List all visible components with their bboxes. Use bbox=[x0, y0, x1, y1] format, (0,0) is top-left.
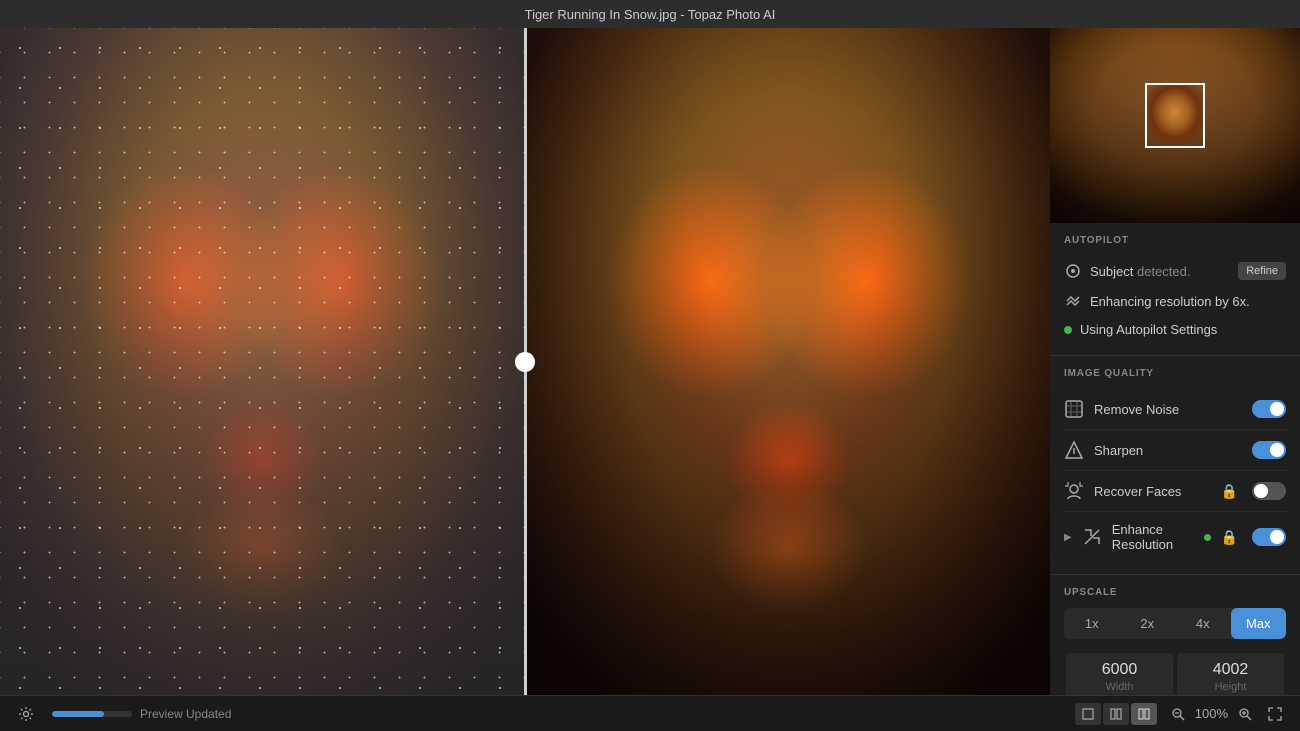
autopilot-settings-text: Using Autopilot Settings bbox=[1080, 322, 1286, 337]
view-single-button[interactable] bbox=[1075, 703, 1101, 725]
refine-button[interactable]: Refine bbox=[1238, 262, 1286, 280]
resolution-icon bbox=[1064, 292, 1082, 310]
zoom-expand-button[interactable] bbox=[1262, 702, 1288, 726]
recover-faces-row: Recover Faces 🔒 bbox=[1064, 471, 1286, 512]
upscale-2x-button[interactable]: 2x bbox=[1120, 608, 1176, 639]
split-divider[interactable] bbox=[524, 28, 527, 695]
upscale-buttons-group: 1x 2x 4x Max bbox=[1064, 608, 1286, 639]
enhance-resolution-row: ▶ Enhance Resolution 🔒 bbox=[1064, 512, 1286, 562]
width-value: 6000 bbox=[1074, 661, 1165, 679]
window-title: Tiger Running In Snow.jpg - Topaz Photo … bbox=[525, 7, 776, 22]
image-area bbox=[0, 28, 1050, 695]
view-sidebyside-button[interactable] bbox=[1131, 703, 1157, 725]
recover-faces-lock-icon: 🔒 bbox=[1221, 483, 1238, 500]
height-box: 4002 Height bbox=[1177, 653, 1284, 695]
subject-detected-row: Subject detected. Refine bbox=[1064, 256, 1286, 286]
bottom-toolbar: Preview Updated 100% bbox=[0, 695, 1300, 731]
progress-bar-fill bbox=[52, 711, 104, 717]
zoom-value: 100% bbox=[1195, 706, 1228, 721]
split-view bbox=[0, 28, 1050, 695]
progress-container: Preview Updated bbox=[52, 707, 231, 721]
upscale-max-button[interactable]: Max bbox=[1231, 608, 1287, 639]
height-label: Height bbox=[1185, 681, 1276, 693]
remove-noise-toggle[interactable] bbox=[1252, 400, 1286, 418]
upscale-label: UPSCALE bbox=[1064, 587, 1286, 598]
autopilot-settings-row: Using Autopilot Settings bbox=[1064, 316, 1286, 343]
resolution-row: Enhancing resolution by 6x. bbox=[1064, 286, 1286, 316]
before-image bbox=[0, 28, 524, 695]
green-status-dot bbox=[1064, 326, 1072, 334]
zoom-controls: 100% bbox=[1165, 702, 1288, 726]
upscale-1x-button[interactable]: 1x bbox=[1064, 608, 1120, 639]
remove-noise-icon bbox=[1064, 399, 1084, 419]
remove-noise-label: Remove Noise bbox=[1094, 402, 1242, 417]
upscale-4x-button[interactable]: 4x bbox=[1175, 608, 1231, 639]
enhance-resolution-label: Enhance Resolution bbox=[1112, 522, 1194, 552]
autopilot-label: AUTOPILOT bbox=[1064, 235, 1286, 246]
zoom-in-button[interactable] bbox=[1232, 702, 1258, 726]
before-tiger-image bbox=[0, 28, 524, 695]
settings-button[interactable] bbox=[12, 701, 40, 726]
subject-detected-text: Subject detected. bbox=[1090, 264, 1230, 279]
dimension-row: 6000 Width 4002 Height bbox=[1064, 651, 1286, 695]
enhance-resolution-toggle[interactable] bbox=[1252, 528, 1286, 546]
zoom-out-button[interactable] bbox=[1165, 702, 1191, 726]
right-panel: AUTOPILOT Subject detected. Refine bbox=[1050, 28, 1300, 695]
image-quality-label: IMAGE QUALITY bbox=[1064, 368, 1286, 379]
image-quality-section: IMAGE QUALITY Remove Noise bbox=[1050, 356, 1300, 575]
sharpen-icon bbox=[1064, 440, 1084, 460]
sharpen-row: Sharpen bbox=[1064, 430, 1286, 471]
remove-noise-row: Remove Noise bbox=[1064, 389, 1286, 430]
enhance-resolution-lock-icon: 🔒 bbox=[1221, 529, 1238, 546]
thumbnail-preview bbox=[1145, 83, 1205, 148]
main-content: AUTOPILOT Subject detected. Refine bbox=[0, 28, 1300, 695]
height-value: 4002 bbox=[1185, 661, 1276, 679]
enhance-resolution-expand[interactable]: ▶ bbox=[1064, 532, 1072, 543]
width-label: Width bbox=[1074, 681, 1165, 693]
view-mode-buttons bbox=[1075, 703, 1157, 725]
sharpen-label: Sharpen bbox=[1094, 443, 1242, 458]
recover-faces-label: Recover Faces bbox=[1094, 484, 1211, 499]
enhance-resolution-active-dot bbox=[1204, 534, 1211, 541]
after-image bbox=[527, 28, 1051, 695]
recover-faces-toggle[interactable] bbox=[1252, 482, 1286, 500]
view-split-button[interactable] bbox=[1103, 703, 1129, 725]
progress-text: Preview Updated bbox=[140, 707, 231, 721]
thumbnail-background bbox=[1050, 28, 1300, 223]
upscale-section: UPSCALE 1x 2x 4x Max 6000 Width 4002 Hei… bbox=[1050, 575, 1300, 695]
resolution-text: Enhancing resolution by 6x. bbox=[1090, 294, 1286, 309]
thumbnail-area bbox=[1050, 28, 1300, 223]
width-box: 6000 Width bbox=[1066, 653, 1173, 695]
titlebar: Tiger Running In Snow.jpg - Topaz Photo … bbox=[0, 0, 1300, 28]
sharpen-toggle[interactable] bbox=[1252, 441, 1286, 459]
after-tiger-image bbox=[527, 28, 1051, 695]
recover-faces-icon bbox=[1064, 481, 1084, 501]
subject-icon bbox=[1064, 262, 1082, 280]
progress-bar-background bbox=[52, 711, 132, 717]
enhance-resolution-icon bbox=[1082, 527, 1102, 547]
autopilot-section: AUTOPILOT Subject detected. Refine bbox=[1050, 223, 1300, 356]
